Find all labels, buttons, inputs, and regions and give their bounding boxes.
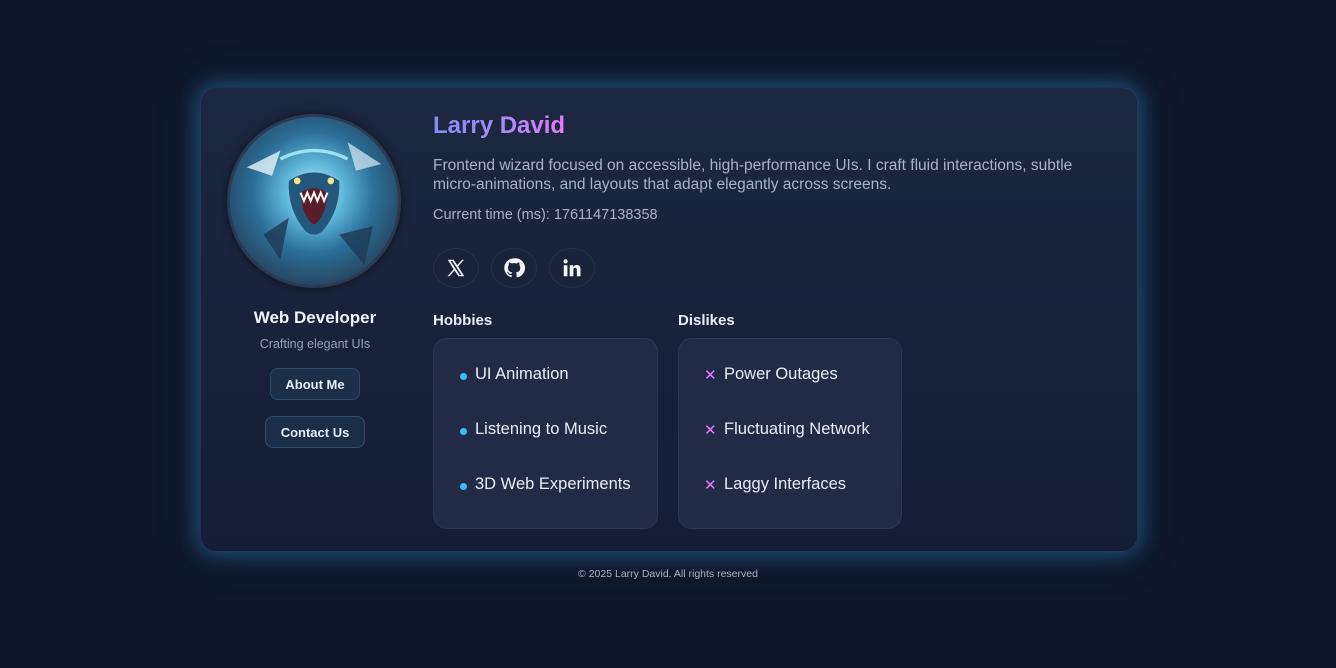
dragon-illustration-icon bbox=[230, 117, 398, 285]
dislike-label: Power Outages bbox=[724, 365, 838, 383]
cross-icon: ✕ bbox=[704, 367, 717, 384]
profile-bio: Frontend wizard focused on accessible, h… bbox=[433, 157, 1073, 193]
current-time-value: 1761147138358 bbox=[553, 207, 658, 223]
bullet-dot-icon bbox=[460, 483, 467, 490]
current-time: Current time (ms): 1761147138358 bbox=[433, 207, 658, 223]
x-icon bbox=[447, 259, 465, 277]
hobby-label: UI Animation bbox=[475, 365, 569, 383]
dislike-label: Laggy Interfaces bbox=[724, 475, 846, 493]
hobbies-list: UI Animation Listening to Music 3D Web E… bbox=[433, 338, 658, 529]
profile-role: Web Developer bbox=[253, 308, 377, 327]
cross-icon: ✕ bbox=[704, 422, 717, 439]
profile-tagline: Crafting elegant UIs bbox=[259, 337, 371, 351]
github-icon bbox=[504, 258, 525, 278]
profile-name: Larry David bbox=[433, 112, 566, 139]
footer-copyright: © 2025 Larry David. All rights reserved bbox=[578, 568, 758, 580]
about-me-button[interactable]: About Me bbox=[270, 368, 360, 400]
bullet-dot-icon bbox=[460, 373, 467, 380]
bullet-dot-icon bbox=[460, 428, 467, 435]
hobbies-title: Hobbies bbox=[433, 312, 493, 329]
x-link[interactable] bbox=[433, 248, 479, 288]
profile-sidebar: Web Developer Crafting elegant UIs About… bbox=[201, 88, 429, 551]
dislikes-title: Dislikes bbox=[678, 312, 735, 329]
linkedin-icon bbox=[563, 259, 581, 277]
avatar bbox=[227, 114, 401, 288]
current-time-label: Current time (ms): bbox=[433, 207, 554, 223]
profile-card: Web Developer Crafting elegant UIs About… bbox=[200, 87, 1138, 552]
hobby-label: 3D Web Experiments bbox=[475, 475, 631, 493]
hobby-label: Listening to Music bbox=[475, 420, 608, 438]
cross-icon: ✕ bbox=[704, 477, 717, 494]
dislike-label: Fluctuating Network bbox=[724, 420, 870, 438]
dislikes-list: ✕ Power Outages ✕ Fluctuating Network ✕ … bbox=[678, 338, 902, 529]
github-link[interactable] bbox=[491, 248, 537, 288]
linkedin-link[interactable] bbox=[549, 248, 595, 288]
contact-us-button[interactable]: Contact Us bbox=[265, 416, 365, 448]
